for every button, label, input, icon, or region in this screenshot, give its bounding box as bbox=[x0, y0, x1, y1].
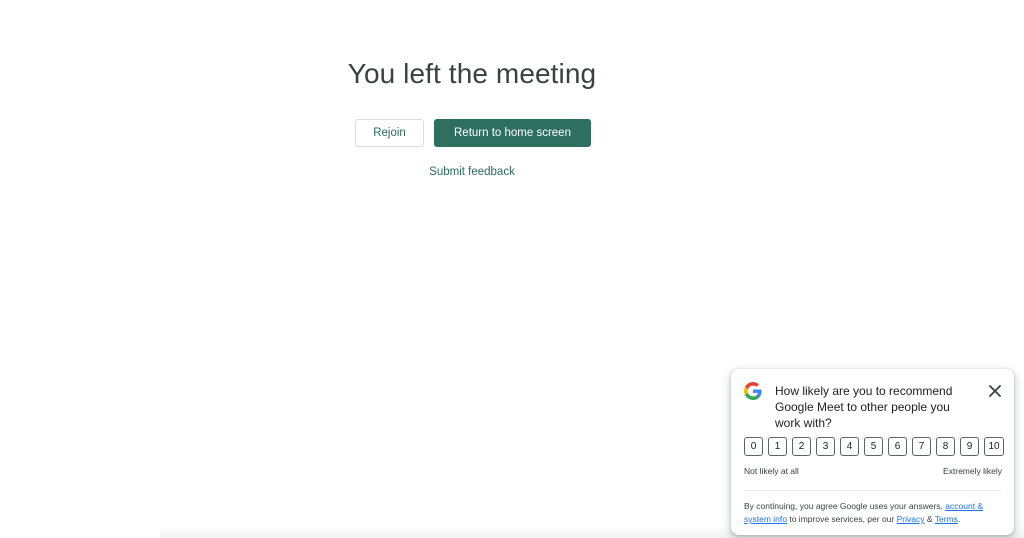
return-home-button[interactable]: Return to home screen bbox=[434, 119, 591, 147]
meeting-ended-page: You left the meeting Rejoin Return to ho… bbox=[0, 0, 1024, 538]
nps-survey-card: How likely are you to recommend Google M… bbox=[731, 369, 1014, 535]
rating-option-1[interactable]: 1 bbox=[768, 437, 787, 456]
rating-option-6[interactable]: 6 bbox=[888, 437, 907, 456]
rating-option-3[interactable]: 3 bbox=[816, 437, 835, 456]
rating-option-2[interactable]: 2 bbox=[792, 437, 811, 456]
rejoin-button[interactable]: Rejoin bbox=[355, 119, 424, 147]
rating-option-8[interactable]: 8 bbox=[936, 437, 955, 456]
submit-feedback-link[interactable]: Submit feedback bbox=[0, 166, 944, 178]
survey-divider bbox=[744, 490, 1002, 491]
rating-option-0[interactable]: 0 bbox=[744, 437, 763, 456]
google-g-icon bbox=[744, 382, 762, 400]
rating-option-7[interactable]: 7 bbox=[912, 437, 931, 456]
rating-option-5[interactable]: 5 bbox=[864, 437, 883, 456]
survey-question: How likely are you to recommend Google M… bbox=[775, 384, 953, 430]
scale-label-low: Not likely at all bbox=[744, 466, 799, 476]
legal-prefix: By continuing, you agree Google uses you… bbox=[744, 501, 946, 511]
rating-scale: 0 1 2 3 4 5 6 7 8 9 10 bbox=[744, 437, 1004, 456]
privacy-link[interactable]: Privacy bbox=[897, 514, 925, 524]
legal-middle: to improve services, per our bbox=[787, 514, 897, 524]
close-icon[interactable] bbox=[988, 384, 1002, 398]
page-title: You left the meeting bbox=[347, 58, 597, 89]
rating-option-9[interactable]: 9 bbox=[960, 437, 979, 456]
scale-label-high: Extremely likely bbox=[942, 466, 1002, 476]
legal-suffix: . bbox=[957, 514, 961, 524]
legal-amp: & bbox=[924, 514, 935, 524]
action-buttons: Rejoin Return to home screen bbox=[355, 119, 591, 147]
rating-option-4[interactable]: 4 bbox=[840, 437, 859, 456]
terms-link[interactable]: Terms bbox=[935, 514, 958, 524]
rating-option-10[interactable]: 10 bbox=[984, 437, 1004, 456]
survey-legal-text: By continuing, you agree Google uses you… bbox=[744, 500, 1006, 526]
